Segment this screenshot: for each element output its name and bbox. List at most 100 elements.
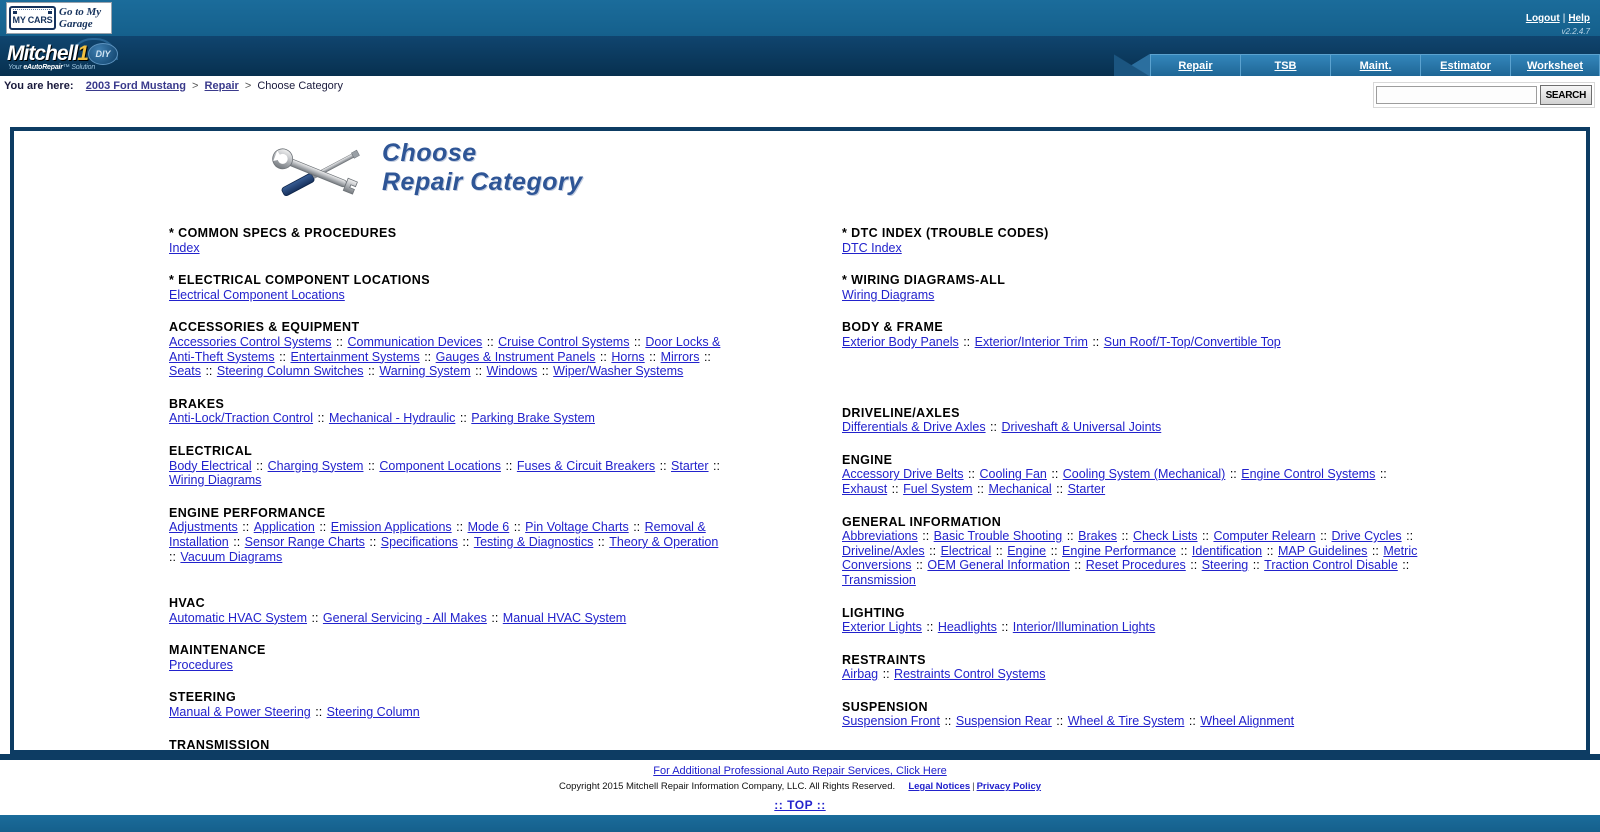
footer-promo-link[interactable]: For Additional Professional Auto Repair … (653, 765, 946, 777)
category-link[interactable]: Application (254, 520, 315, 534)
category-link[interactable]: Computer Relearn (1213, 529, 1315, 543)
category-link[interactable]: Sun Roof/T-Top/Convertible Top (1104, 335, 1281, 349)
category-link[interactable]: Seats (169, 364, 201, 378)
category-link[interactable]: Driveshaft & Universal Joints (1001, 420, 1161, 434)
legal-notices-link[interactable]: Legal Notices (908, 781, 970, 792)
category-link[interactable]: Engine (1007, 544, 1046, 558)
category-link[interactable]: Communication Devices (347, 335, 482, 349)
category-link[interactable]: Steering (1202, 558, 1249, 572)
tab-repair-label[interactable]: Repair (1178, 60, 1212, 72)
tab-maint[interactable]: Maint. (1330, 54, 1420, 76)
category-link[interactable]: Abbreviations (842, 529, 918, 543)
category-link[interactable]: Specifications (381, 535, 458, 549)
category-link[interactable]: MAP Guidelines (1278, 544, 1367, 558)
category-link[interactable]: Horns (611, 350, 644, 364)
category-link[interactable]: Airbag (842, 667, 878, 681)
category-link[interactable]: Engine Performance (1062, 544, 1176, 558)
category-link[interactable]: Restraints Control Systems (894, 667, 1045, 681)
tab-estimator[interactable]: Estimator (1420, 54, 1510, 76)
category-link[interactable]: Basic Trouble Shooting (934, 529, 1063, 543)
category-link[interactable]: Interior/Illumination Lights (1013, 620, 1155, 634)
privacy-policy-link[interactable]: Privacy Policy (977, 781, 1041, 792)
category-link[interactable]: Component Locations (379, 459, 501, 473)
category-link[interactable]: Exhaust (842, 482, 887, 496)
category-link[interactable]: Steering Column (327, 705, 420, 719)
category-link[interactable]: OEM General Information (927, 558, 1069, 572)
category-link[interactable]: Starter (1068, 482, 1106, 496)
category-link[interactable]: Mode 6 (468, 520, 510, 534)
tab-tsb[interactable]: TSB (1240, 54, 1330, 76)
back-to-top-link[interactable]: :: TOP :: (774, 798, 825, 812)
category-link[interactable]: Automatic HVAC System (169, 611, 307, 625)
category-link[interactable]: Charging System (268, 459, 364, 473)
category-link[interactable]: Engine Control Systems (1241, 467, 1375, 481)
category-link[interactable]: Mechanical (988, 482, 1051, 496)
category-link[interactable]: Sensor Range Charts (245, 535, 365, 549)
category-link[interactable]: Warning System (379, 364, 470, 378)
category-link[interactable]: General Servicing - All Makes (323, 611, 487, 625)
category-link[interactable]: Exterior/Interior Trim (975, 335, 1088, 349)
category-link[interactable]: Wheel & Tire System (1068, 714, 1185, 728)
category-link[interactable]: Accessories Control Systems (169, 335, 332, 349)
category-link[interactable]: Mirrors (661, 350, 700, 364)
category-link[interactable]: Accessory Drive Belts (842, 467, 964, 481)
category-link[interactable]: Exterior Body Panels (842, 335, 959, 349)
category-link[interactable]: Entertainment Systems (291, 350, 420, 364)
category-link[interactable]: Differentials & Drive Axles (842, 420, 986, 434)
category-link[interactable]: Exterior Lights (842, 620, 922, 634)
category-link[interactable]: Suspension Front (842, 714, 940, 728)
category-link[interactable]: Anti-Lock/Traction Control (169, 411, 313, 425)
mitchell1-logo[interactable]: Mitchell1 DIY Your eAutoRepair™ Solution (4, 38, 154, 74)
category-link[interactable]: Steering Column Switches (217, 364, 364, 378)
category-link[interactable]: Parking Brake System (471, 411, 595, 425)
category-link[interactable]: Brakes (1078, 529, 1117, 543)
search-button[interactable]: SEARCH (1539, 85, 1592, 105)
category-link[interactable]: Wiring Diagrams (842, 288, 934, 302)
category-link[interactable]: Mechanical - Hydraulic (329, 411, 455, 425)
category-link[interactable]: Drive Cycles (1332, 529, 1402, 543)
category-link[interactable]: Transmission (842, 573, 916, 587)
category-link[interactable]: DTC Index (842, 241, 902, 255)
category-link[interactable]: Electrical Component Locations (169, 288, 345, 302)
category-link[interactable]: Cooling System (Mechanical) (1063, 467, 1226, 481)
category-link[interactable]: Suspension Rear (956, 714, 1052, 728)
category-link[interactable]: Procedures (169, 658, 233, 672)
category-link[interactable]: Electrical (941, 544, 992, 558)
category-link[interactable]: Wheel Alignment (1200, 714, 1294, 728)
category-link[interactable]: Starter (671, 459, 709, 473)
category-link[interactable]: Theory & Operation (609, 535, 718, 549)
tab-estimator-label[interactable]: Estimator (1440, 60, 1491, 72)
category-link[interactable]: Wiper/Washer Systems (553, 364, 683, 378)
category-link[interactable]: Vacuum Diagrams (180, 550, 282, 564)
search-input[interactable] (1376, 86, 1537, 104)
tab-worksheet[interactable]: Worksheet (1510, 54, 1600, 76)
category-link[interactable]: Manual HVAC System (503, 611, 626, 625)
category-link[interactable]: Traction Control Disable (1264, 558, 1398, 572)
breadcrumb-vehicle-link[interactable]: 2003 Ford Mustang (86, 80, 186, 92)
category-link[interactable]: Emission Applications (331, 520, 452, 534)
category-link[interactable]: Cooling Fan (979, 467, 1046, 481)
help-link[interactable]: Help (1568, 13, 1590, 24)
category-link[interactable]: Headlights (938, 620, 997, 634)
category-link[interactable]: Adjustments (169, 520, 238, 534)
tab-repair[interactable]: Repair (1150, 54, 1240, 76)
category-link[interactable]: Testing & Diagnostics (474, 535, 594, 549)
category-link[interactable]: Windows (487, 364, 538, 378)
category-link[interactable]: Fuel System (903, 482, 972, 496)
tab-tsb-label[interactable]: TSB (1275, 60, 1297, 72)
category-link[interactable]: Check Lists (1133, 529, 1198, 543)
category-link[interactable]: Reset Procedures (1086, 558, 1186, 572)
category-link[interactable]: Fuses & Circuit Breakers (517, 459, 655, 473)
category-link[interactable]: Pin Voltage Charts (525, 520, 629, 534)
category-link[interactable]: Gauges & Instrument Panels (436, 350, 596, 364)
category-link[interactable]: Identification (1192, 544, 1262, 558)
breadcrumb-repair-link[interactable]: Repair (205, 80, 239, 92)
tab-worksheet-label[interactable]: Worksheet (1527, 60, 1583, 72)
category-link[interactable]: Wiring Diagrams (169, 473, 261, 487)
logout-link[interactable]: Logout (1526, 13, 1560, 24)
go-to-my-garage-button[interactable]: MY CARS Go to My Garage (6, 2, 112, 34)
category-link[interactable]: Cruise Control Systems (498, 335, 629, 349)
category-link[interactable]: Driveline/Axles (842, 544, 925, 558)
category-link[interactable]: Body Electrical (169, 459, 252, 473)
tab-maint-label[interactable]: Maint. (1360, 60, 1392, 72)
